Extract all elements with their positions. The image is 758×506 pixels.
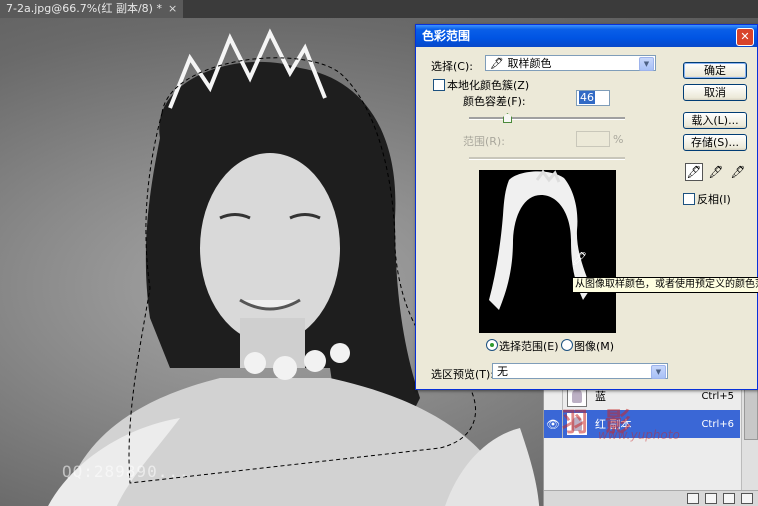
link-layers-icon[interactable]: [687, 493, 699, 504]
add-mask-icon[interactable]: [705, 493, 717, 504]
close-icon[interactable]: ✕: [736, 28, 754, 46]
selection-preview[interactable]: [479, 170, 616, 333]
select-dropdown[interactable]: 🖋 取样颜色 ▼: [485, 55, 656, 71]
document-tab-title: 7-2a.jpg@66.7%(红 副本/8) *: [6, 2, 162, 15]
site-url-watermark: www.yuphoto: [598, 428, 680, 442]
select-value: 取样颜色: [507, 57, 552, 70]
layer-shortcut: Ctrl+6: [701, 418, 734, 430]
save-button[interactable]: 存储(S)...: [683, 134, 747, 151]
fuzziness-input[interactable]: 46: [576, 90, 610, 106]
fuzziness-label: 颜色容差(F):: [463, 95, 526, 108]
chevron-down-icon: ▼: [639, 57, 654, 71]
eyedropper-cursor-icon: 🖊: [571, 252, 588, 267]
layers-footer-toolbar: [544, 490, 758, 506]
cancel-button[interactable]: 取消: [683, 84, 747, 101]
document-tab[interactable]: 7-2a.jpg@66.7%(红 副本/8) * ×: [0, 0, 184, 18]
new-layer-icon[interactable]: [723, 493, 735, 504]
eye-icon[interactable]: 👁: [544, 410, 563, 438]
selection-preview-label: 选区预览(T):: [431, 368, 495, 381]
delete-layer-icon[interactable]: [741, 493, 753, 504]
fuzziness-value: 46: [579, 91, 595, 104]
range-unit: %: [613, 133, 624, 146]
ok-button[interactable]: 确定: [683, 62, 747, 79]
photo-watermark: QQ:289890...: [62, 462, 190, 481]
selection-preview-dropdown[interactable]: 无 ▼: [492, 363, 668, 379]
localized-clusters-checkbox[interactable]: [433, 79, 445, 91]
radio-image[interactable]: [561, 339, 573, 351]
selection-preview-value: 无: [497, 365, 508, 378]
layers-scrollbar[interactable]: [741, 382, 758, 490]
invert-checkbox[interactable]: [683, 193, 695, 205]
eyedropper-minus-icon[interactable]: 🖋: [729, 163, 747, 181]
dialog-title: 色彩范围: [422, 29, 471, 43]
load-button[interactable]: 载入(L)...: [683, 112, 747, 129]
range-slider-track[interactable]: [469, 157, 625, 160]
dialog-titlebar[interactable]: 色彩范围 ✕: [416, 25, 757, 47]
range-label: 范围(R):: [463, 135, 505, 148]
eyedropper-plus-icon[interactable]: 🖋: [707, 163, 725, 181]
eyedropper-icon[interactable]: 🖋: [685, 163, 703, 181]
chevron-down-icon: ▼: [651, 365, 666, 379]
invert-label: 反相(I): [697, 193, 731, 206]
radio-image-label: 图像(M): [574, 340, 615, 353]
document-tab-bar: 7-2a.jpg@66.7%(红 副本/8) * ×: [0, 0, 758, 19]
eyedropper-icon: 🖋: [490, 57, 504, 70]
layer-shortcut: Ctrl+5: [701, 390, 734, 402]
radio-selection[interactable]: [486, 339, 498, 351]
fuzziness-slider-track[interactable]: [469, 117, 625, 120]
tooltip: 从图像取样颜色，或者使用预定义的颜色范围: [572, 277, 758, 293]
range-input[interactable]: [576, 131, 610, 147]
close-tab-icon[interactable]: ×: [168, 0, 177, 18]
radio-selection-label: 选择范围(E): [499, 340, 559, 353]
layers-panel: 蓝 Ctrl+5 👁 红 副本 Ctrl+6: [543, 382, 758, 506]
localized-clusters-label: 本地化颜色簇(Z): [447, 79, 530, 92]
select-label: 选择(C):: [431, 60, 473, 73]
